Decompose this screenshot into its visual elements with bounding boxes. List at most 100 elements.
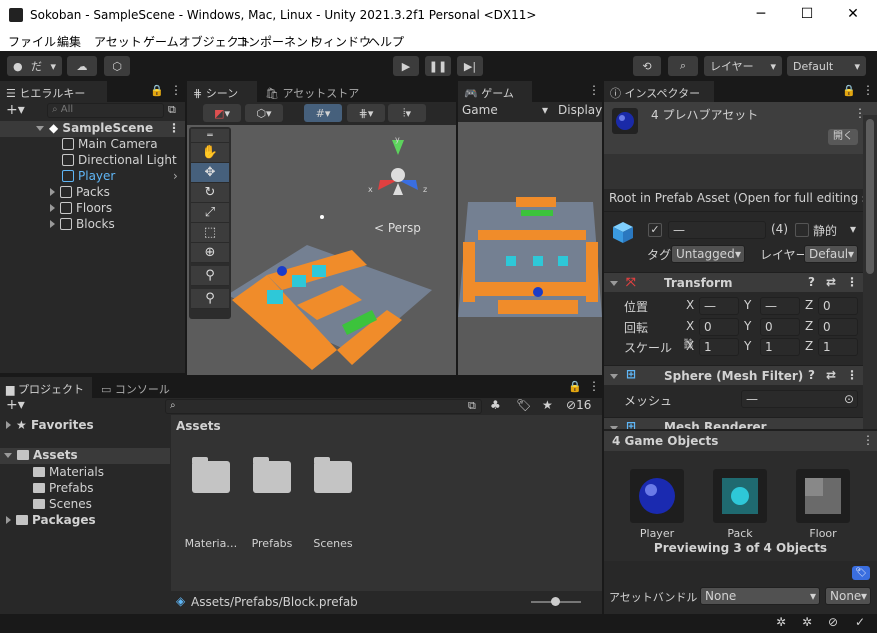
expand-icon[interactable] (50, 220, 55, 228)
menu-file[interactable]: ファイル (8, 33, 56, 50)
mesh-renderer-header[interactable]: ⊞ Mesh Renderer (604, 417, 863, 429)
asset-label-icon[interactable]: 🏷 (852, 566, 870, 580)
settings-icon[interactable]: ⇄ (826, 275, 836, 289)
kebab-menu-icon[interactable]: ⋮ (846, 275, 858, 289)
scale-tool-button[interactable]: ⤢ (191, 203, 229, 223)
minimize-button[interactable]: ─ (751, 6, 771, 22)
collab-button[interactable]: ⬡ (104, 56, 130, 76)
floor-preview[interactable] (796, 469, 850, 523)
menu-edit[interactable]: 編集 (57, 33, 81, 50)
bug-icon[interactable]: ✲ (776, 615, 786, 629)
tab-project[interactable]: ▆ プロジェクト (0, 377, 92, 398)
create-button[interactable]: +▾ (6, 397, 25, 413)
tab-inspector[interactable]: ⓘ インスペクター (604, 81, 714, 102)
step-button[interactable]: ▶| (457, 56, 483, 76)
static-checkbox[interactable] (795, 223, 809, 237)
folder-item[interactable]: Scenes (33, 497, 92, 513)
cloud-button[interactable]: ☁ (67, 56, 97, 76)
filter-by-label-icon[interactable]: 🏷 (516, 398, 531, 412)
scene-gizmo[interactable]: y x z (368, 135, 428, 205)
play-button[interactable]: ▶ (393, 56, 419, 76)
folder-icon[interactable] (192, 457, 230, 493)
asset-bundle-dropdown[interactable]: None ▾ (700, 587, 820, 605)
preview-header[interactable]: 4 Game Objects ⋮ (604, 429, 877, 451)
mesh-filter-header[interactable]: ⊞ Sphere (Mesh Filter) ? ⇄ ⋮ (604, 365, 863, 385)
favorite-star-icon[interactable]: ★ (542, 398, 553, 412)
view-options-dropdown[interactable]: ⬡ ▾ (245, 104, 283, 122)
rect-tool-button[interactable]: ⬚ (191, 223, 229, 243)
object-name-field[interactable]: — (668, 221, 766, 239)
scale-y-field[interactable]: 1 (760, 338, 800, 356)
pause-button[interactable]: ❚❚ (425, 56, 451, 76)
layout-dropdown[interactable]: Default ▾ (787, 56, 866, 76)
favorites-row[interactable]: ★ Favorites (6, 418, 94, 434)
hidden-packages-toggle[interactable]: ⊘16 (566, 398, 591, 412)
asset-bundle-variant-dropdown[interactable]: None ▾ (825, 587, 871, 605)
rot-y-field[interactable]: 0 (760, 318, 800, 336)
pos-x-field[interactable]: — (699, 297, 739, 315)
maximize-button[interactable]: ☐ (797, 6, 817, 22)
add-button[interactable]: +▾ (6, 102, 25, 118)
active-checkbox[interactable]: ✓ (648, 223, 662, 237)
incremental-snap-dropdown[interactable]: ⦙ ▾ (388, 104, 426, 122)
hierarchy-item[interactable]: Blocks (50, 217, 115, 233)
kebab-menu-icon[interactable]: ⋮ (588, 83, 600, 97)
hierarchy-item[interactable]: Packs (50, 185, 110, 201)
expand-icon[interactable] (36, 126, 44, 131)
history-button[interactable]: ⟲ (633, 56, 661, 76)
game-viewport[interactable] (458, 122, 602, 375)
icon-size-slider[interactable] (531, 597, 581, 606)
custom-tool-button[interactable]: ⚲ (191, 266, 229, 286)
assets-row[interactable]: Assets (0, 448, 170, 464)
pos-y-field[interactable]: — (760, 297, 800, 315)
custom-tool-button-2[interactable]: ⚲ (191, 289, 229, 309)
folder-icon[interactable] (253, 457, 291, 493)
collapse-icon[interactable] (610, 369, 623, 383)
open-prefab-button[interactable]: 開く (828, 129, 858, 145)
no-debug-icon[interactable]: ⊘ (828, 615, 838, 629)
kebab-menu-icon[interactable]: ⋮ (862, 83, 874, 97)
kebab-menu-icon[interactable]: ⋮ (846, 368, 858, 382)
object-picker-icon[interactable]: ⊙ (844, 392, 854, 406)
tab-console[interactable]: ▭ コンソール (95, 377, 175, 398)
display-dropdown[interactable]: Display (558, 103, 602, 117)
kebab-menu-icon[interactable]: ⋮ (170, 83, 182, 97)
hierarchy-item[interactable]: Directional Light (62, 153, 177, 169)
game-display-dropdown[interactable]: Game ▾ (462, 103, 548, 117)
layer-dropdown[interactable]: Defaul ▾ (804, 245, 858, 263)
draw-mode-dropdown[interactable]: ◩ ▾ (203, 104, 241, 122)
perspective-label[interactable]: < Persp (374, 221, 421, 235)
menu-assets[interactable]: アセット (94, 33, 142, 50)
pack-preview[interactable] (713, 469, 767, 523)
move-tool-button[interactable]: ✥ (191, 163, 229, 183)
help-icon[interactable]: ? (808, 275, 815, 289)
packages-row[interactable]: Packages (6, 513, 96, 529)
menu-window[interactable]: ウィンドウ (311, 33, 371, 50)
check-icon[interactable]: ✓ (855, 615, 865, 629)
hierarchy-search-input[interactable]: ⌕ All (47, 103, 164, 118)
folder-item[interactable]: Materials (33, 465, 104, 481)
scene-row[interactable]: ◆ SampleScene ⋮ (0, 121, 185, 137)
lock-icon[interactable]: 🔒 (150, 84, 164, 97)
menu-component[interactable]: コンポーネント (236, 33, 320, 50)
scale-z-field[interactable]: 1 (818, 338, 858, 356)
breadcrumb[interactable]: Assets (176, 419, 221, 433)
search-filter-icon[interactable]: ⧉ (468, 399, 476, 413)
search-filter-icon[interactable]: ⧉ (168, 103, 176, 117)
lock-icon[interactable]: 🔒 (842, 84, 856, 97)
static-dropdown[interactable]: ▾ (850, 222, 856, 236)
pos-z-field[interactable]: 0 (818, 297, 858, 315)
menu-gameobject[interactable]: ゲームオブジェクト (143, 33, 251, 50)
hierarchy-item-prefab[interactable]: Player (62, 169, 115, 185)
kebab-menu-icon[interactable]: ⋮ (862, 433, 874, 447)
collapse-icon[interactable] (610, 276, 623, 290)
chevron-right-icon[interactable]: › (173, 169, 178, 183)
hierarchy-item[interactable]: Main Camera (62, 137, 158, 153)
mesh-object-field[interactable]: — ⊙ (741, 390, 858, 408)
hand-tool-button[interactable]: ✋ (191, 143, 229, 163)
grid-snap-dropdown[interactable]: # ▾ (304, 104, 342, 122)
tab-hierarchy[interactable]: ☰ ヒエラルキー (0, 81, 107, 102)
inspector-scrollbar[interactable] (863, 115, 877, 430)
tab-game[interactable]: 🎮 ゲーム (458, 81, 532, 102)
slider-thumb[interactable] (551, 597, 560, 606)
